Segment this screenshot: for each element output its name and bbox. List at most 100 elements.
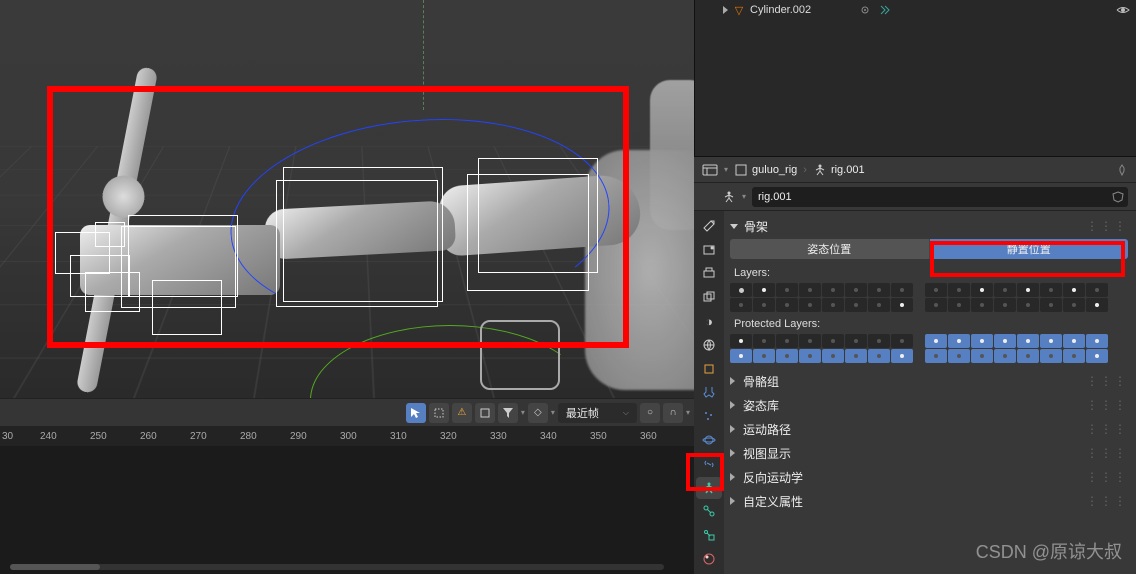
layer-cell[interactable] [845,334,867,348]
layer-cell[interactable] [925,283,947,297]
layer-cell[interactable] [925,334,947,348]
layer-cell[interactable] [1086,334,1108,348]
layer-cell[interactable] [776,298,798,312]
timeline-scrollbar[interactable] [10,564,664,570]
layer-cell[interactable] [822,283,844,297]
collapse-icon[interactable] [730,224,738,229]
layer-cell[interactable] [1086,298,1108,312]
layer-cell[interactable] [891,298,913,312]
layer-cell[interactable] [1063,349,1085,363]
expand-icon[interactable] [730,425,735,433]
box-select-button[interactable] [429,403,449,423]
layer-cell[interactable] [753,349,775,363]
proportional-button[interactable]: ∩ [663,403,683,423]
tab-armature-data[interactable] [696,477,722,499]
layer-cell[interactable] [994,298,1016,312]
tab-constraints[interactable] [696,453,722,475]
layer-cell[interactable] [971,298,993,312]
layer-cell[interactable] [948,283,970,297]
layer-cell[interactable] [971,349,993,363]
pin-icon[interactable] [1116,164,1128,176]
section-inverse-kinematics[interactable]: 反向运动学⋮⋮⋮ [730,465,1128,489]
panel-grip-icon[interactable]: ⋮⋮⋮ [1086,470,1128,484]
expand-icon[interactable] [723,6,728,14]
datablock-name-input[interactable]: rig.001 [752,187,1128,207]
layer-cell[interactable] [1063,298,1085,312]
tab-modifiers[interactable] [696,382,722,404]
expand-icon[interactable] [730,377,735,385]
layer-cell[interactable] [948,298,970,312]
breadcrumb-object[interactable]: rig.001 [813,163,865,177]
layer-cell[interactable] [730,334,752,348]
bone-wire-finger[interactable] [95,222,125,247]
tab-render[interactable] [696,239,722,261]
expand-icon[interactable] [730,401,735,409]
layer-cell[interactable] [1040,334,1062,348]
layer-cell[interactable] [971,283,993,297]
layer-cell[interactable] [994,349,1016,363]
section-pose-library[interactable]: 姿态库⋮⋮⋮ [730,393,1128,417]
tab-viewlayer[interactable] [696,286,722,308]
panel-grip-icon[interactable]: ⋮⋮⋮ [1086,398,1128,412]
layer-cell[interactable] [1063,283,1085,297]
layer-cell[interactable] [822,334,844,348]
layer-cell[interactable] [891,283,913,297]
layer-cell[interactable] [948,334,970,348]
warning-icon[interactable]: ⚠ [452,403,472,423]
layer-cell[interactable] [868,298,890,312]
select-tool-button[interactable] [406,403,426,423]
bone-wire-finger[interactable] [85,272,140,312]
layer-cell[interactable] [1040,349,1062,363]
layer-cell[interactable] [994,334,1016,348]
layer-cell[interactable] [799,349,821,363]
timeline-body[interactable] [0,446,694,574]
layer-cell[interactable] [925,298,947,312]
tab-particles[interactable] [696,405,722,427]
layer-cell[interactable] [1017,349,1039,363]
breadcrumb-scene[interactable]: guluo_rig [734,163,797,177]
layer-cell[interactable] [1063,334,1085,348]
expand-icon[interactable] [730,473,735,481]
layer-cell[interactable] [799,298,821,312]
layer-cell[interactable] [776,334,798,348]
layer-cell[interactable] [1017,283,1039,297]
restrict-select-icon[interactable] [859,4,871,16]
layer-cell[interactable] [776,283,798,297]
panel-grip-icon[interactable]: ⋮⋮⋮ [1086,219,1128,233]
outliner-panel[interactable]: ▽ Cylinder.002 [694,0,1136,156]
layer-cell[interactable] [1017,334,1039,348]
layer-cell[interactable] [799,334,821,348]
tab-world[interactable] [696,334,722,356]
snap-mode-select[interactable]: 最近帧 ⌵ [558,403,637,423]
layer-cell[interactable] [925,349,947,363]
tab-bone[interactable] [696,501,722,523]
visibility-icon[interactable] [1116,5,1130,15]
layer-cell[interactable] [776,349,798,363]
section-armature[interactable]: 骨架 ⋮⋮⋮ [730,215,1128,237]
section-bone-groups[interactable]: 骨骼组⋮⋮⋮ [730,369,1128,393]
layer-cell[interactable] [1086,349,1108,363]
marker-button[interactable]: ◇ [528,403,548,423]
tab-object[interactable] [696,358,722,380]
panel-grip-icon[interactable]: ⋮⋮⋮ [1086,374,1128,388]
view-button[interactable] [475,403,495,423]
filter-button[interactable] [498,403,518,423]
layer-cell[interactable] [822,298,844,312]
layer-cell[interactable] [994,283,1016,297]
layer-cell[interactable] [868,349,890,363]
layer-cell[interactable] [753,283,775,297]
bone-wire-forearm[interactable] [283,167,443,302]
rest-position-button[interactable]: 静置位置 [930,239,1129,259]
layer-cell[interactable] [1040,283,1062,297]
panel-grip-icon[interactable]: ⋮⋮⋮ [1086,422,1128,436]
tab-physics[interactable] [696,429,722,451]
outliner-item-cylinder[interactable]: ▽ Cylinder.002 [695,0,1136,20]
layer-cell[interactable] [822,349,844,363]
layer-cell[interactable] [1086,283,1108,297]
section-viewport-display[interactable]: 视图显示⋮⋮⋮ [730,441,1128,465]
timeline-ruler[interactable]: 30 240 250 260 270 280 290 300 310 320 3… [0,426,694,446]
layer-cell[interactable] [753,334,775,348]
section-motion-paths[interactable]: 运动路径⋮⋮⋮ [730,417,1128,441]
tab-tool[interactable] [696,215,722,237]
layer-cell[interactable] [891,349,913,363]
